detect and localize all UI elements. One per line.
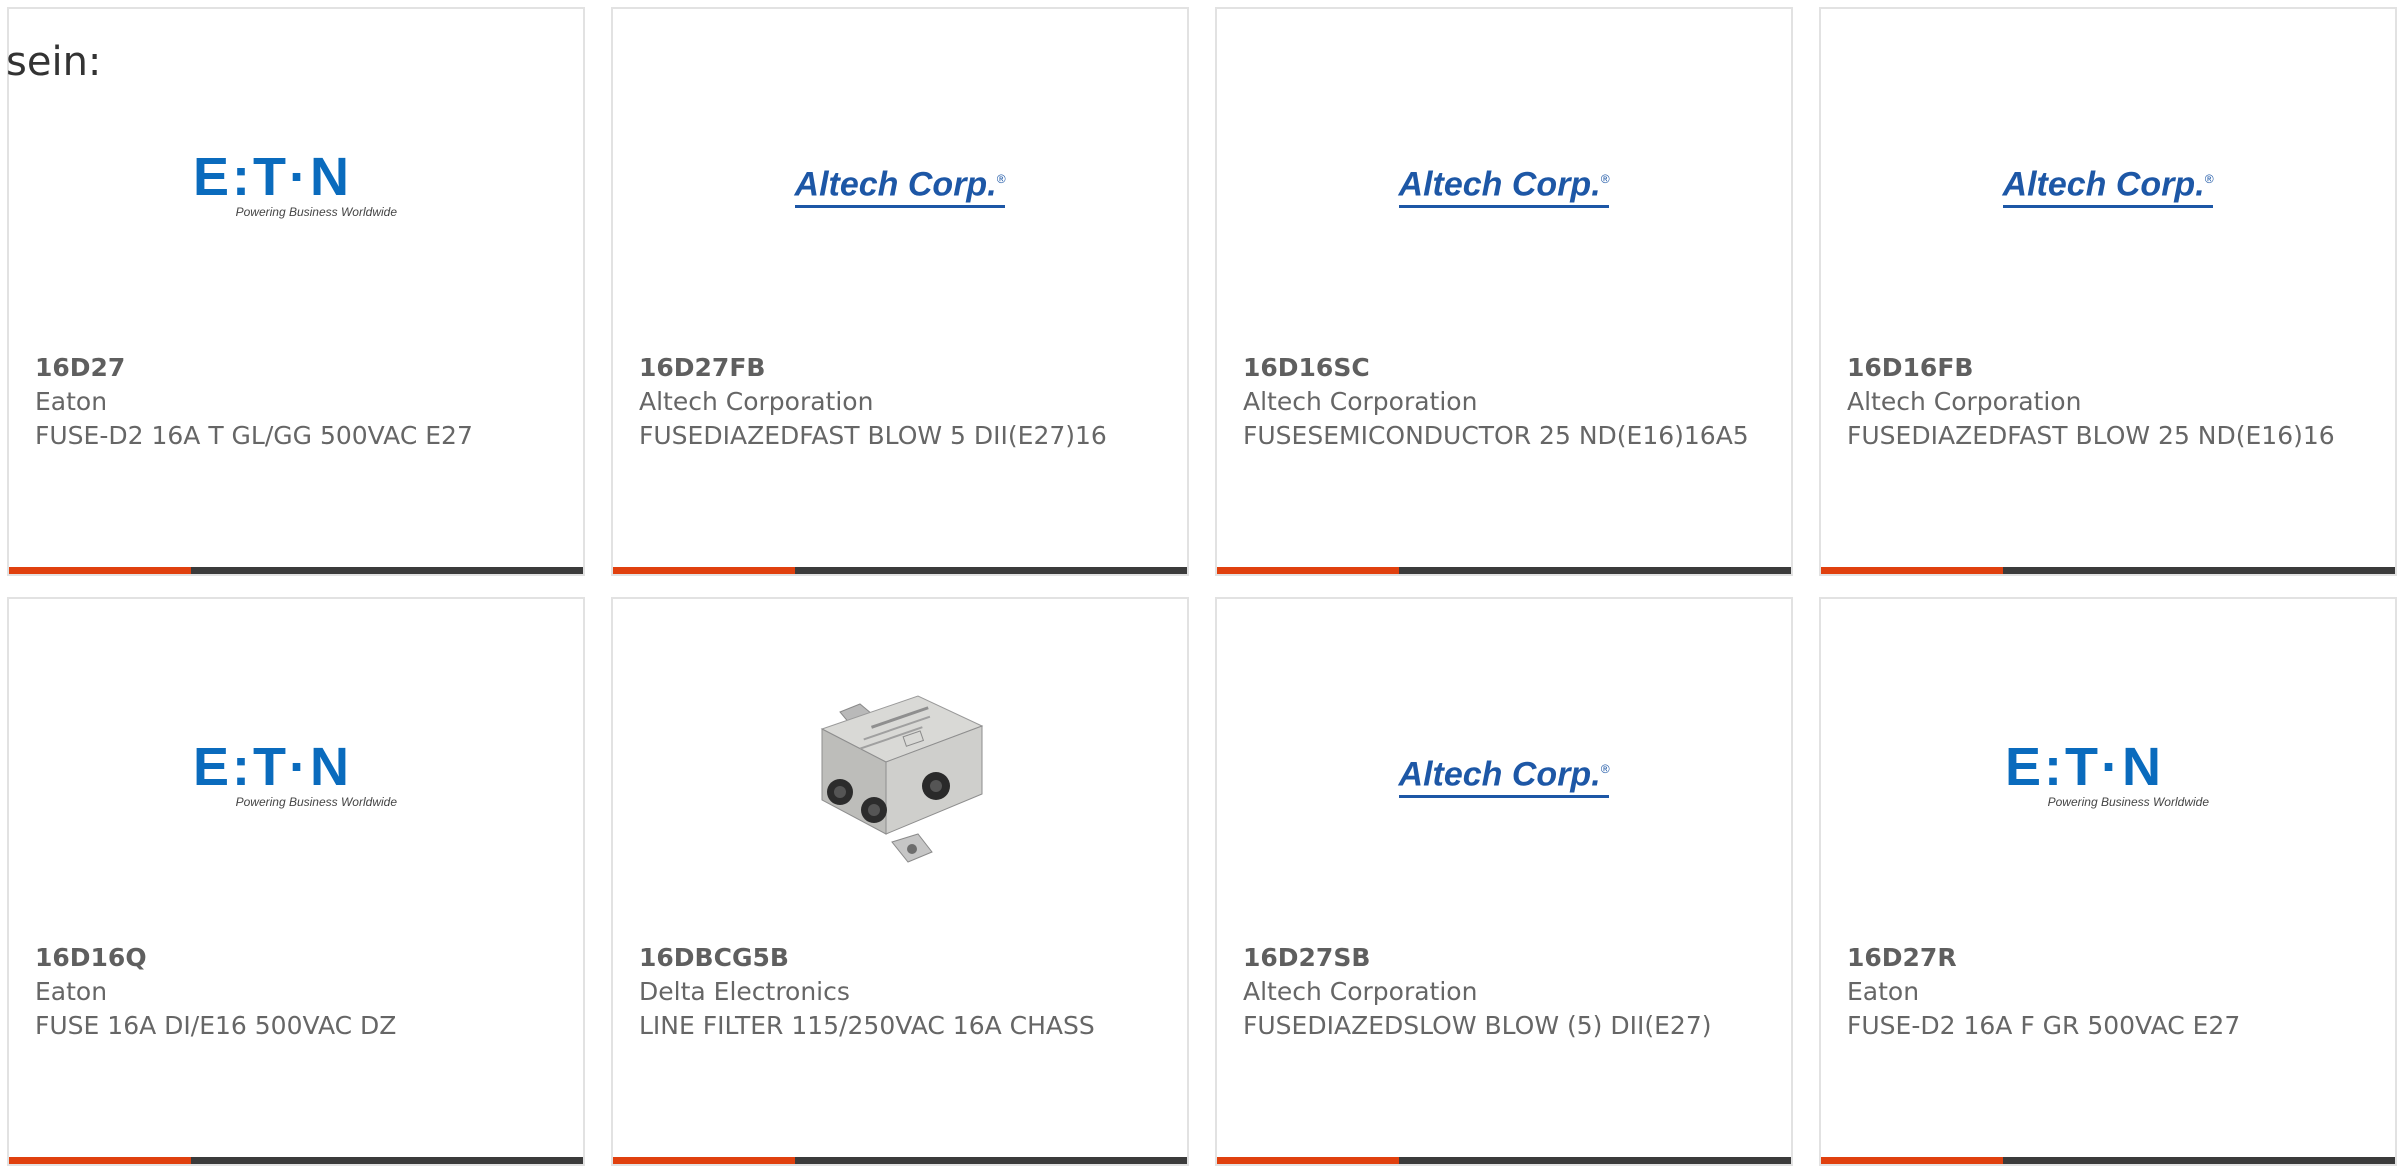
description: FUSEDIAZEDFAST BLOW 5 DII(E27)16 [639,421,1107,450]
description: FUSE 16A DI/E16 500VAC DZ [35,1011,397,1040]
manufacturer: Eaton [35,387,108,416]
card-bottom-bar [9,567,583,574]
line-filter-icon [800,674,1000,874]
manufacturer: Altech Corporation [1243,387,1478,416]
part-number[interactable]: 16D27FB [639,351,1161,385]
description: FUSE-D2 16A T GL/GG 500VAC E27 [35,421,473,450]
card-bottom-bar [1217,567,1791,574]
registered-mark: ® [1600,762,1610,777]
registered-mark: ® [2204,172,2214,187]
product-card[interactable]: E:T·N Powering Business Worldwide 16D16Q… [7,597,585,1166]
intro-text: sein: [6,39,102,85]
product-card[interactable]: Altech Corp.® 16D27FB Altech Corporation… [611,7,1189,576]
manufacturer: Altech Corporation [1847,387,2082,416]
product-card[interactable]: E:T·N Powering Business Worldwide 16D27R… [1819,597,2397,1166]
product-card[interactable]: 16DBCG5B Delta Electronics LINE FILTER 1… [611,597,1189,1166]
manufacturer: Altech Corporation [1243,977,1478,1006]
card-bottom-bar [613,567,1187,574]
manufacturer: Eaton [1847,977,1920,1006]
registered-mark: ® [1600,172,1610,187]
product-card[interactable]: Altech Corp.® 16D27SB Altech Corporation… [1215,597,1793,1166]
part-number[interactable]: 16DBCG5B [639,941,1161,975]
description: LINE FILTER 115/250VAC 16A CHASS [639,1011,1095,1040]
altech-wordmark: Altech Corp. [794,165,997,204]
eaton-logo: E:T·N Powering Business Worldwide [9,659,583,889]
product-grid: E:T·N Powering Business Worldwide 16D27 … [0,0,2400,1166]
manufacturer: Delta Electronics [639,977,850,1006]
description: FUSEDIAZEDSLOW BLOW (5) DII(E27) [1243,1011,1712,1040]
description: FUSE-D2 16A F GR 500VAC E27 [1847,1011,2241,1040]
eaton-tagline: Powering Business Worldwide [2047,795,2209,809]
part-number[interactable]: 16D27 [35,351,557,385]
line-filter-image [613,659,1187,889]
description: FUSESEMICONDUCTOR 25 ND(E16)16A5 [1243,421,1749,450]
description: FUSEDIAZEDFAST BLOW 25 ND(E16)16 [1847,421,2335,450]
part-number[interactable]: 16D16Q [35,941,557,975]
altech-logo: Altech Corp.® [1217,659,1791,889]
product-card[interactable]: Altech Corp.® 16D16FB Altech Corporation… [1819,7,2397,576]
eaton-tagline: Powering Business Worldwide [235,205,397,219]
eaton-tagline: Powering Business Worldwide [235,795,397,809]
eaton-wordmark: E:T·N [2005,737,2164,797]
product-card[interactable]: Altech Corp.® 16D16SC Altech Corporation… [1215,7,1793,576]
registered-mark: ® [996,172,1006,187]
altech-logo: Altech Corp.® [613,69,1187,299]
part-number[interactable]: 16D16SC [1243,351,1765,385]
altech-wordmark: Altech Corp. [1398,165,1601,204]
altech-wordmark: Altech Corp. [1398,755,1601,794]
eaton-logo: E:T·N Powering Business Worldwide [1821,659,2395,889]
card-bottom-bar [1821,567,2395,574]
part-number[interactable]: 16D16FB [1847,351,2369,385]
eaton-wordmark: E:T·N [193,737,352,797]
altech-logo: Altech Corp.® [1821,69,2395,299]
part-number[interactable]: 16D27SB [1243,941,1765,975]
product-card[interactable]: E:T·N Powering Business Worldwide 16D27 … [7,7,585,576]
altech-logo: Altech Corp.® [1217,69,1791,299]
manufacturer: Eaton [35,977,108,1006]
altech-wordmark: Altech Corp. [2002,165,2205,204]
part-number[interactable]: 16D27R [1847,941,2369,975]
eaton-wordmark: E:T·N [193,147,352,207]
eaton-logo: E:T·N Powering Business Worldwide [9,69,583,299]
manufacturer: Altech Corporation [639,387,874,416]
